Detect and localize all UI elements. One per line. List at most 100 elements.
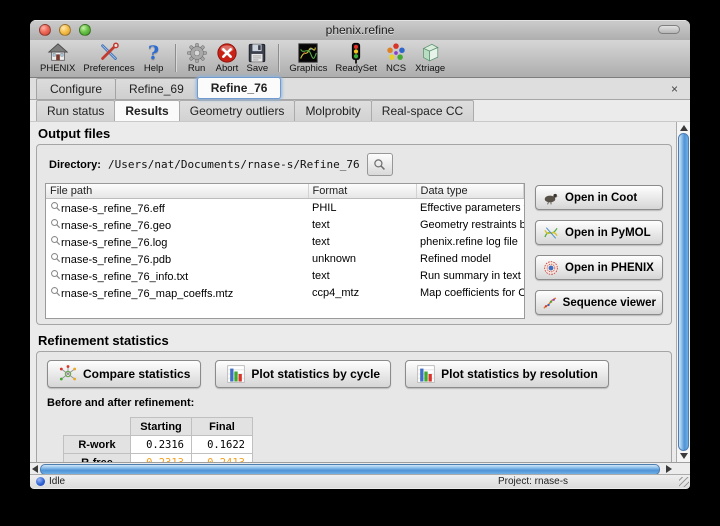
open-in-phenix-button[interactable]: Open in PHENIX bbox=[535, 255, 663, 280]
toolbar-ncs-button[interactable]: NCS bbox=[381, 42, 411, 74]
open-in-coot-button[interactable]: Open in Coot bbox=[535, 185, 663, 210]
toolbar-graphics-button[interactable]: Graphics bbox=[285, 42, 331, 74]
magnifier-icon bbox=[50, 269, 61, 280]
toolbar-toggle-button[interactable] bbox=[658, 25, 680, 34]
file-path: rnase-s_refine_76.log bbox=[61, 237, 167, 249]
scroll-left-arrow-icon[interactable] bbox=[32, 465, 38, 473]
toolbar-label: Xtriage bbox=[415, 63, 445, 74]
scroll-up-arrow-icon[interactable] bbox=[680, 125, 688, 131]
ncs-dice-icon bbox=[385, 42, 407, 64]
stat-label: R-work bbox=[64, 436, 131, 454]
horizontal-scrollbar[interactable] bbox=[30, 462, 690, 474]
coot-bird-icon bbox=[542, 190, 560, 206]
status-indicator-icon bbox=[36, 477, 45, 486]
button-label: Open in Coot bbox=[565, 192, 637, 204]
graphics-molecule-icon bbox=[297, 42, 319, 64]
file-path: rnase-s_refine_76.pdb bbox=[61, 254, 171, 266]
save-floppy-icon bbox=[246, 42, 268, 64]
resize-grip[interactable] bbox=[679, 477, 689, 487]
app-window: phenix.refine PHENIX Preferences ? Help … bbox=[30, 20, 690, 489]
toolbar-readyset-button[interactable]: ReadySet bbox=[331, 42, 381, 74]
table-row[interactable]: rnase-s_refine_76.log text phenix.refine… bbox=[46, 233, 524, 250]
toolbar-abort-button[interactable]: Abort bbox=[212, 42, 243, 74]
tab-configure[interactable]: Configure bbox=[36, 78, 116, 99]
table-row[interactable]: rnase-s_refine_76_info.txt text Run summ… bbox=[46, 267, 524, 284]
phenix-home-icon bbox=[47, 42, 69, 64]
table-row[interactable]: rnase-s_refine_76_map_coeffs.mtz ccp4_mt… bbox=[46, 284, 524, 301]
tab-real-space-cc[interactable]: Real-space CC bbox=[371, 100, 474, 121]
table-row[interactable]: rnase-s_refine_76.eff PHIL Effective par… bbox=[46, 199, 524, 217]
output-files-panel: Directory: /Users/nat/Documents/rnase-s/… bbox=[36, 144, 672, 325]
stat-starting-value: 0.2313 bbox=[131, 454, 192, 463]
toolbar-preferences-button[interactable]: Preferences bbox=[79, 42, 138, 74]
stats-row: R-free 0.2313 0.2413 bbox=[64, 454, 253, 463]
status-bar: Idle Project: rnase-s bbox=[30, 474, 690, 488]
vertical-scrollbar[interactable] bbox=[676, 122, 690, 462]
xtriage-crystal-icon bbox=[419, 42, 441, 64]
search-icon bbox=[373, 158, 386, 171]
tab-refine-69[interactable]: Refine_69 bbox=[115, 78, 198, 99]
magnifier-icon bbox=[50, 235, 61, 246]
browse-directory-button[interactable] bbox=[367, 153, 393, 176]
compare-statistics-button[interactable]: Compare statistics bbox=[47, 360, 201, 388]
magnifier-icon bbox=[50, 218, 61, 229]
toolbar-run-button[interactable]: Run bbox=[182, 42, 212, 74]
toolbar-help-button[interactable]: ? Help bbox=[139, 42, 169, 74]
table-row[interactable]: rnase-s_refine_76.pdb unknown Refined mo… bbox=[46, 250, 524, 267]
file-path: rnase-s_refine_76.eff bbox=[61, 203, 165, 215]
file-format: PHIL bbox=[308, 199, 416, 217]
tab-molprobity[interactable]: Molprobity bbox=[294, 100, 371, 121]
magnifier-icon bbox=[50, 286, 61, 297]
molecule-graph-icon bbox=[58, 364, 78, 384]
tab-geometry-outliers[interactable]: Geometry outliers bbox=[179, 100, 296, 121]
open-in-pymol-button[interactable]: Open in PyMOL bbox=[535, 220, 663, 245]
window-title: phenix.refine bbox=[30, 23, 690, 37]
scroll-down-arrow-icon[interactable] bbox=[680, 453, 688, 459]
column-header-format[interactable]: Format bbox=[308, 184, 416, 199]
file-path: rnase-s_refine_76_map_coeffs.mtz bbox=[61, 288, 233, 300]
toolbar-save-button[interactable]: Save bbox=[242, 42, 272, 74]
tab-run-status[interactable]: Run status bbox=[36, 100, 115, 121]
toolbar-label: Save bbox=[247, 63, 269, 74]
button-label: Open in PyMOL bbox=[565, 227, 651, 239]
vertical-scrollbar-thumb[interactable] bbox=[678, 133, 689, 451]
results-scroll-area: Output files Directory: /Users/nat/Docum… bbox=[30, 122, 690, 462]
toolbar-label: Run bbox=[188, 63, 205, 74]
tab-close-icon[interactable]: × bbox=[669, 81, 680, 97]
file-data-type: Geometry restraints before refinement bbox=[416, 216, 524, 233]
column-header-file-path[interactable]: File path bbox=[46, 184, 308, 199]
file-path: rnase-s_refine_76_info.txt bbox=[61, 271, 188, 283]
file-format: text bbox=[308, 233, 416, 250]
toolbar-label: Preferences bbox=[83, 63, 134, 74]
toolbar-phenix-button[interactable]: PHENIX bbox=[36, 42, 79, 74]
phenix-sphere-icon bbox=[542, 260, 560, 276]
table-row[interactable]: rnase-s_refine_76.geo text Geometry rest… bbox=[46, 216, 524, 233]
file-path: rnase-s_refine_76.geo bbox=[61, 220, 171, 232]
toolbar-separator bbox=[278, 44, 279, 72]
directory-label: Directory: bbox=[49, 159, 101, 171]
stats-col-starting: Starting bbox=[131, 418, 192, 436]
toolbar-label: Graphics bbox=[289, 63, 327, 74]
plot-statistics-by-resolution-button[interactable]: Plot statistics by resolution bbox=[405, 360, 609, 388]
plot-statistics-by-cycle-button[interactable]: Plot statistics by cycle bbox=[215, 360, 391, 388]
file-data-type: Run summary in text format bbox=[416, 267, 524, 284]
button-label: Compare statistics bbox=[83, 367, 190, 381]
output-files-heading: Output files bbox=[38, 126, 676, 141]
scroll-right-arrow-icon[interactable] bbox=[666, 465, 672, 473]
column-header-data-type[interactable]: Data type bbox=[416, 184, 524, 199]
tab-results[interactable]: Results bbox=[114, 100, 179, 121]
toolbar-xtriage-button[interactable]: Xtriage bbox=[411, 42, 449, 74]
sequence-viewer-button[interactable]: Sequence viewer bbox=[535, 290, 663, 315]
preferences-tools-icon bbox=[98, 42, 120, 64]
file-data-type: Map coefficients for Coot bbox=[416, 284, 524, 301]
toolbar-label: Help bbox=[144, 63, 164, 74]
pymol-ribbon-icon bbox=[542, 225, 560, 241]
button-label: Open in PHENIX bbox=[565, 262, 654, 274]
status-text: Idle bbox=[49, 476, 65, 487]
before-after-table: Starting Final R-work 0.2316 0.1622 R-fr… bbox=[63, 417, 253, 462]
file-data-type: Refined model bbox=[416, 250, 524, 267]
project-label: Project: rnase-s bbox=[498, 476, 568, 487]
tab-refine-76[interactable]: Refine_76 bbox=[197, 77, 282, 99]
title-bar: phenix.refine bbox=[30, 20, 690, 40]
abort-x-icon bbox=[216, 42, 238, 64]
